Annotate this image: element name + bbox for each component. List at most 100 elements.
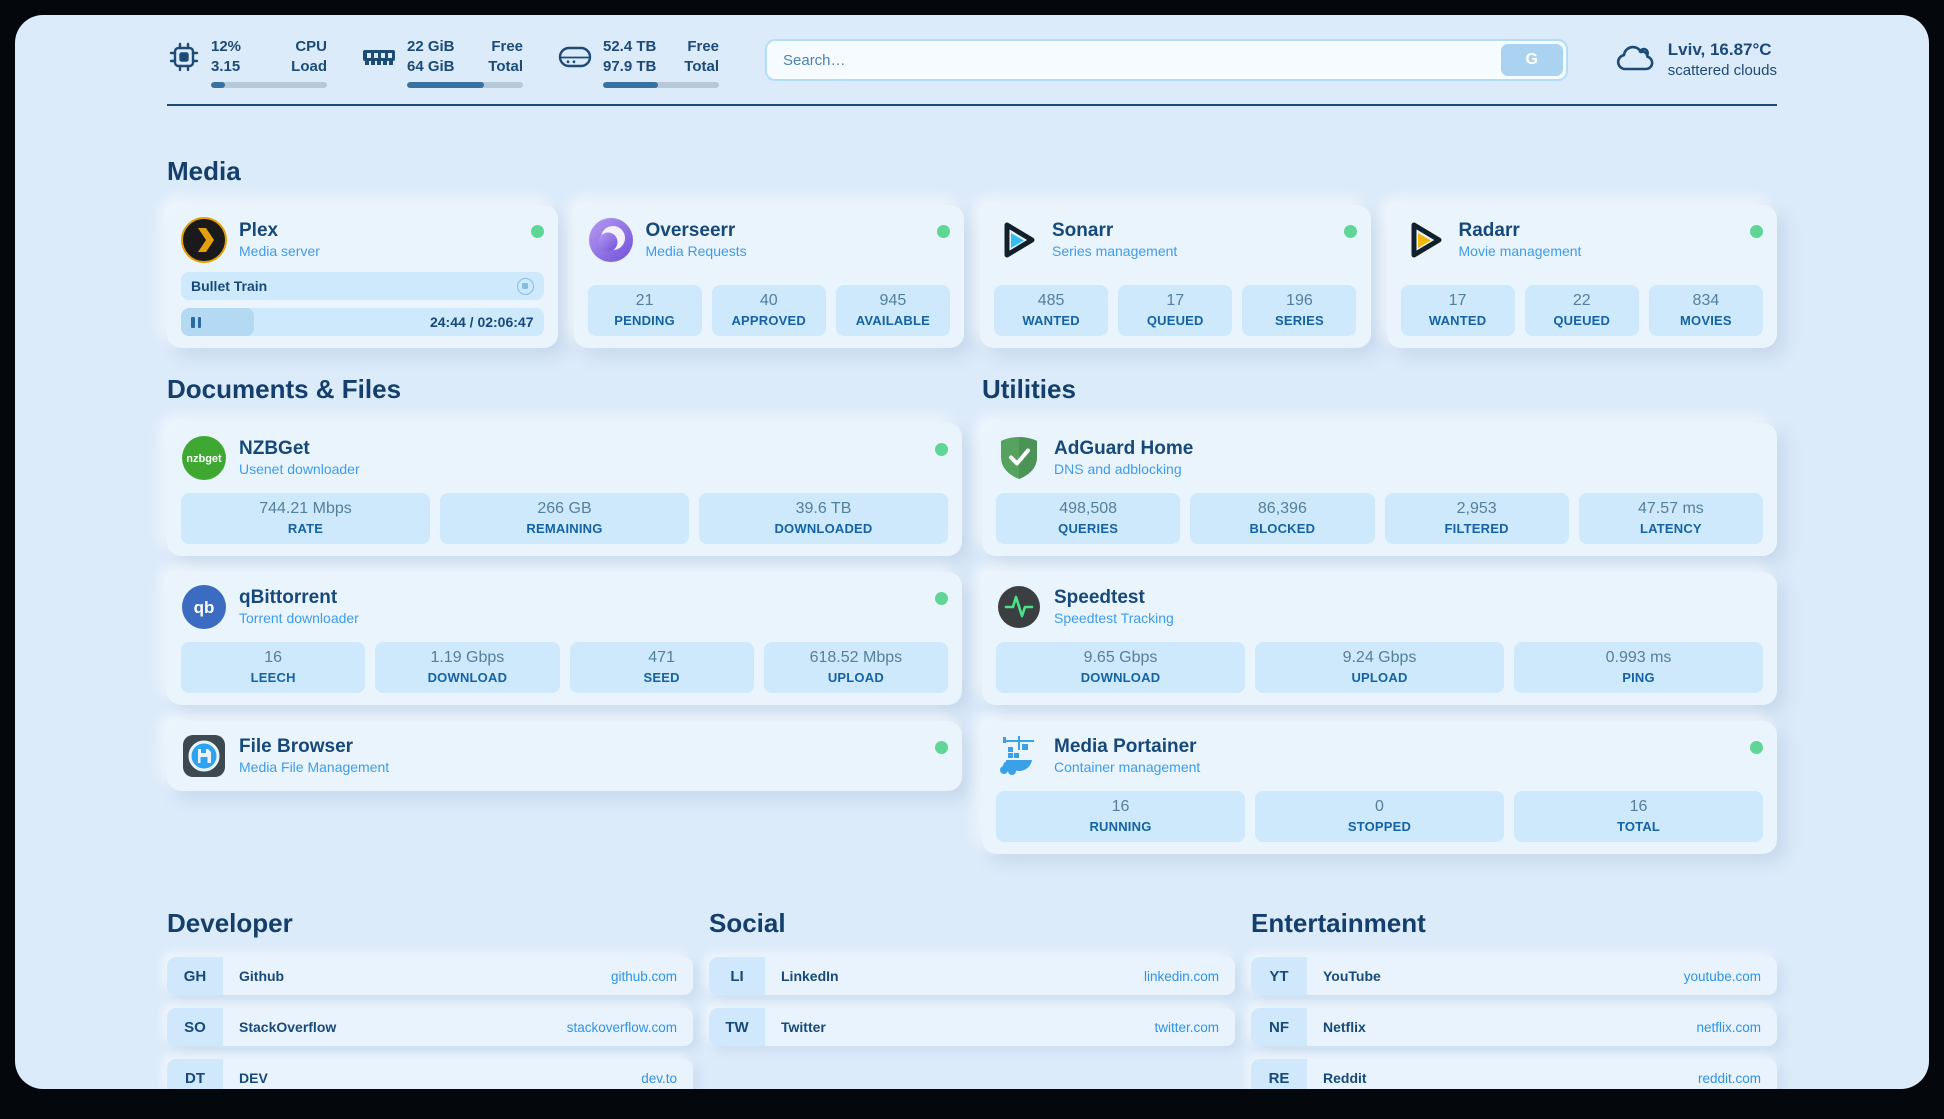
card-nzbget[interactable]: nzbget NZBGet Usenet downloader 744.21 M… [167,423,962,556]
link-reddit[interactable]: RE Reddit reddit.com [1251,1059,1777,1089]
link-badge: TW [709,1008,765,1046]
card-adguard[interactable]: AdGuard Home DNS and adblocking 498,508Q… [982,423,1777,556]
card-plex[interactable]: Plex Media server Bullet Train 24:44 / 0… [167,205,558,348]
service-name: Speedtest [1054,586,1174,610]
cpu-stat: 12%3.15 CPULoad [167,37,327,88]
stop-icon[interactable] [517,278,534,295]
card-filebrowser[interactable]: File Browser Media File Management [167,721,962,791]
service-name: AdGuard Home [1054,437,1193,461]
filebrowser-icon [181,733,227,779]
status-dot [937,225,950,238]
card-radarr[interactable]: Radarr Movie management 17WANTED 22QUEUE… [1387,205,1778,348]
link-stackoverflow[interactable]: SO StackOverflow stackoverflow.com [167,1008,693,1046]
header-divider [167,104,1777,106]
status-dot [531,225,544,238]
stat-box: 0.993 msPING [1514,642,1763,693]
search-bar: G [765,39,1568,81]
radarr-icon [1401,217,1447,263]
link-badge: RE [1251,1059,1307,1089]
link-dev[interactable]: DT DEV dev.to [167,1059,693,1089]
service-subtitle: Media server [239,243,320,261]
stat-box: 16TOTAL [1514,791,1763,842]
pause-icon [191,317,201,328]
service-subtitle: DNS and adblocking [1054,461,1193,479]
status-dot [935,443,948,456]
status-dot [1344,225,1357,238]
disk-icon [557,40,593,74]
section-utilities: Utilities AdGuard Home DNS and adblockin… [982,374,1777,854]
link-badge: NF [1251,1008,1307,1046]
service-subtitle: Movie management [1459,243,1582,261]
link-badge: GH [167,957,223,995]
link-linkedin[interactable]: LI LinkedIn linkedin.com [709,957,1235,995]
link-badge: DT [167,1059,223,1089]
stat-box: 471SEED [570,642,754,693]
section-title-social: Social [709,908,1235,939]
stat-box: 21PENDING [588,285,702,336]
weather-condition: scattered clouds [1668,62,1777,79]
service-subtitle: Media File Management [239,759,389,777]
section-media: Media Plex Media server Bullet Train [167,156,1777,348]
link-badge: SO [167,1008,223,1046]
service-name: Overseerr [646,219,747,243]
stream-time: 24:44 / 02:06:47 [430,314,534,330]
card-sonarr[interactable]: Sonarr Series management 485WANTED 17QUE… [980,205,1371,348]
stat-box: 16LEECH [181,642,365,693]
stat-box: 196SERIES [1242,285,1356,336]
stat-box: 22QUEUED [1525,285,1639,336]
stat-box: 266 GBREMAINING [440,493,689,544]
overseerr-icon [588,217,634,263]
stat-box: 744.21 MbpsRATE [181,493,430,544]
service-name: Plex [239,219,320,243]
portainer-icon [996,733,1042,779]
header: 12%3.15 CPULoad 22 GiB64 GiB FreeTotal [167,37,1777,88]
nzbget-icon: nzbget [181,435,227,481]
cloud-icon [1614,41,1656,77]
status-dot [1750,741,1763,754]
card-overseerr[interactable]: Overseerr Media Requests 21PENDING 40APP… [574,205,965,348]
stat-box: 40APPROVED [712,285,826,336]
section-title-media: Media [167,156,1777,187]
weather-widget[interactable]: Lviv, 16.87°C scattered clouds [1614,39,1777,79]
link-youtube[interactable]: YT YouTube youtube.com [1251,957,1777,995]
cpu-icon [167,40,201,74]
stat-box: 16RUNNING [996,791,1245,842]
stat-box: 9.65 GbpsDOWNLOAD [996,642,1245,693]
stat-box: 618.52 MbpsUPLOAD [764,642,948,693]
stat-box: 47.57 msLATENCY [1579,493,1763,544]
card-qbittorrent[interactable]: qb qBittorrent Torrent downloader 16LEEC… [167,572,962,705]
service-name: File Browser [239,735,389,759]
card-speedtest[interactable]: Speedtest Speedtest Tracking 9.65 GbpsDO… [982,572,1777,705]
memory-stat: 22 GiB64 GiB FreeTotal [361,37,523,88]
stat-box: 2,953FILTERED [1385,493,1569,544]
link-netflix[interactable]: NF Netflix netflix.com [1251,1008,1777,1046]
stat-box: 1.19 GbpsDOWNLOAD [375,642,559,693]
memory-values: 22 GiB64 GiB [407,37,455,76]
service-name: qBittorrent [239,586,359,610]
cpu-labels: CPULoad [291,37,327,76]
status-dot [935,592,948,605]
link-twitter[interactable]: TW Twitter twitter.com [709,1008,1235,1046]
card-portainer[interactable]: Media Portainer Container management 16R… [982,721,1777,854]
disk-values: 52.4 TB97.9 TB [603,37,656,76]
search-input[interactable] [765,39,1568,81]
weather-location: Lviv, 16.87°C [1668,39,1777,62]
search-go-button[interactable]: G [1501,44,1563,76]
plex-progress-bar: 24:44 / 02:06:47 [181,308,544,336]
stat-box: 9.24 GbpsUPLOAD [1255,642,1504,693]
stat-box: 17WANTED [1401,285,1515,336]
speedtest-icon [996,584,1042,630]
link-github[interactable]: GH Github github.com [167,957,693,995]
service-name: Media Portainer [1054,735,1200,759]
section-title-entertainment: Entertainment [1251,908,1777,939]
section-social: Social LI LinkedIn linkedin.com TW Twitt… [709,908,1235,1059]
section-title-utilities: Utilities [982,374,1777,405]
system-stats: 12%3.15 CPULoad 22 GiB64 GiB FreeTotal [167,37,719,88]
stat-box: 834MOVIES [1649,285,1763,336]
service-subtitle: Speedtest Tracking [1054,610,1174,628]
section-entertainment: Entertainment YT YouTube youtube.com NF … [1251,908,1777,1089]
service-subtitle: Container management [1054,759,1200,777]
link-badge: LI [709,957,765,995]
stat-box: 17QUEUED [1118,285,1232,336]
svg-text:nzbget: nzbget [186,453,222,465]
